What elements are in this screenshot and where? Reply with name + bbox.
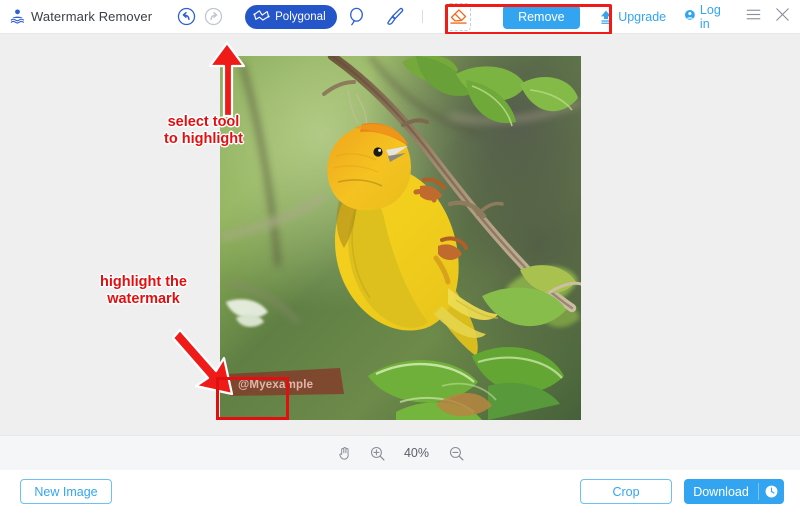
new-image-label: New Image: [34, 484, 98, 499]
tool-divider: [421, 10, 423, 23]
watermark-remover-app: Watermark Remover Polygonal Remove Upgra…: [0, 0, 800, 513]
lasso-icon: [346, 6, 367, 27]
upload-upgrade-icon: [598, 9, 614, 25]
app-footer: New Image Crop Download: [0, 470, 800, 513]
zoom-level: 40%: [403, 446, 430, 460]
footer-right-group: Crop Download: [580, 479, 800, 504]
polygonal-lasso-icon: [253, 8, 270, 25]
header-right-group: Upgrade Log in: [580, 3, 800, 31]
editor-canvas[interactable]: @Myexample select tool to highlight high…: [0, 34, 800, 435]
upgrade-button[interactable]: Upgrade: [598, 9, 666, 25]
undo-arrow-icon[interactable]: [177, 7, 196, 26]
crop-label: Crop: [612, 484, 640, 499]
annotation-highlight-watermark-line2: watermark: [107, 291, 180, 307]
tool-brush[interactable]: [376, 6, 415, 27]
close-icon[interactable]: [774, 6, 791, 28]
zoom-out-icon[interactable]: [448, 445, 465, 462]
redo-arrow-icon[interactable]: [204, 7, 223, 26]
remove-button-label: Remove: [518, 9, 565, 24]
watermark-logo-icon: [9, 8, 26, 25]
zoom-in-icon[interactable]: [369, 445, 386, 462]
crop-button[interactable]: Crop: [580, 479, 672, 504]
history-clock-icon[interactable]: [759, 484, 784, 499]
svg-text:@Myexample: @Myexample: [238, 379, 313, 391]
login-button[interactable]: Log in: [684, 3, 725, 31]
remove-button[interactable]: Remove: [502, 4, 581, 29]
user-account-icon: [684, 9, 696, 25]
brand: Watermark Remover: [9, 8, 152, 25]
tool-polygonal[interactable]: Polygonal: [245, 4, 337, 29]
tool-group-wrapper: Polygonal: [239, 2, 613, 35]
annotation-highlight-watermark: highlight the watermark: [100, 274, 187, 308]
hand-pan-icon[interactable]: [336, 445, 353, 462]
hamburger-menu-icon[interactable]: [745, 6, 762, 28]
login-label: Log in: [699, 2, 721, 31]
upgrade-label: Upgrade: [618, 9, 667, 24]
photo-preview[interactable]: @Myexample: [220, 56, 581, 420]
brush-icon: [385, 6, 406, 27]
brand-name: Watermark Remover: [31, 9, 153, 24]
app-header: Watermark Remover Polygonal Remove Upgra…: [0, 0, 800, 35]
zoom-toolbar: 40%: [0, 435, 800, 470]
history-controls: [177, 7, 223, 26]
download-label: Download: [693, 484, 749, 499]
tool-polygonal-label: Polygonal: [275, 10, 326, 23]
tool-eraser[interactable]: [445, 2, 471, 31]
tool-group: Polygonal: [239, 2, 436, 31]
eraser-icon: [448, 6, 469, 27]
download-button[interactable]: Download: [684, 479, 784, 504]
annotation-highlight-watermark-line1: highlight the: [100, 274, 187, 290]
new-image-button[interactable]: New Image: [20, 479, 112, 504]
tool-lasso[interactable]: [337, 6, 376, 27]
